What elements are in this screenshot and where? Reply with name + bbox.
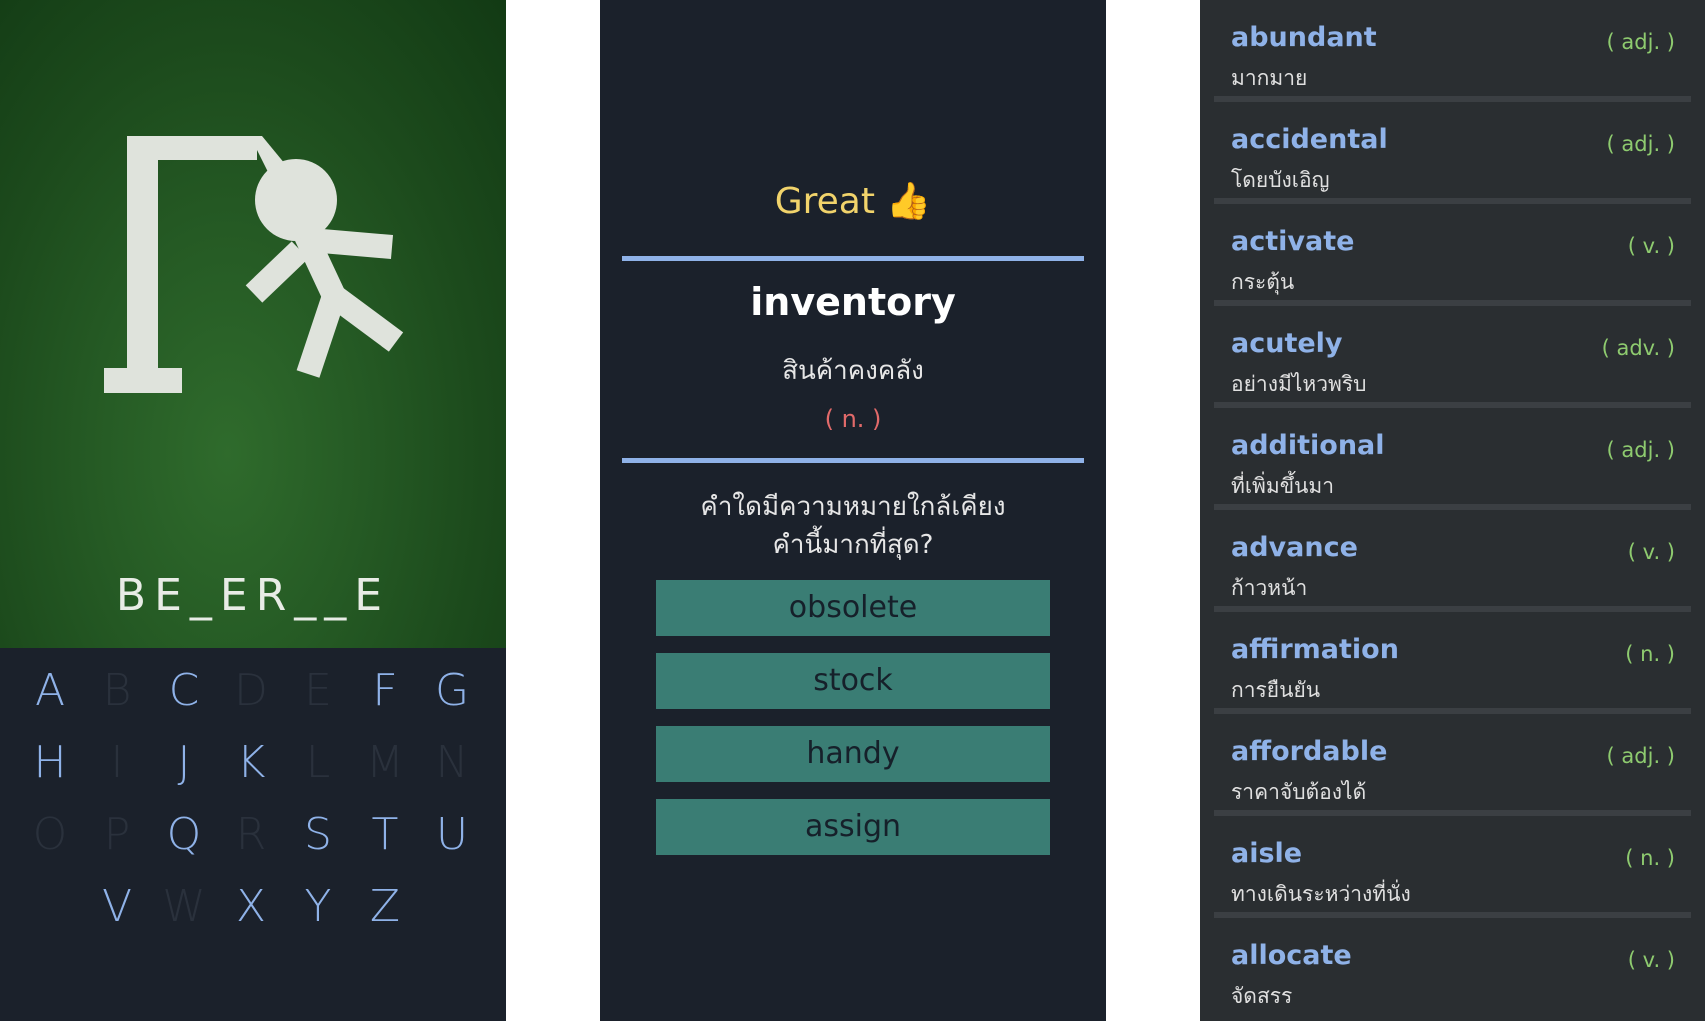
hanged-arm-left bbox=[245, 241, 309, 303]
entry-part-of-speech: ( v. ) bbox=[1627, 234, 1675, 258]
list-item[interactable]: affirmation การยืนยัน ( n. ) bbox=[1200, 612, 1705, 714]
entry-word: allocate bbox=[1231, 940, 1352, 971]
feedback-text: Great 👍 bbox=[774, 181, 932, 222]
divider-bottom bbox=[622, 458, 1084, 463]
letter-key-y[interactable]: Y bbox=[288, 876, 348, 938]
entry-part-of-speech: ( n. ) bbox=[1625, 642, 1675, 666]
entry-part-of-speech: ( n. ) bbox=[1625, 846, 1675, 870]
letter-key-x[interactable]: X bbox=[221, 876, 281, 938]
list-item[interactable]: abundant มากมาย ( adj. ) bbox=[1200, 0, 1705, 102]
entry-part-of-speech: ( adj. ) bbox=[1606, 744, 1675, 768]
entry-word: abundant bbox=[1231, 22, 1377, 53]
letter-key-s[interactable]: S bbox=[288, 804, 348, 866]
list-item[interactable]: allocate จัดสรร ( v. ) bbox=[1200, 918, 1705, 1020]
quiz-question-line2: คำนี้มากที่สุด? bbox=[772, 530, 934, 560]
choice-button-2[interactable]: stock bbox=[656, 653, 1050, 709]
gallows-pole bbox=[127, 136, 158, 376]
list-item[interactable]: accidental โดยบังเอิญ ( adj. ) bbox=[1200, 102, 1705, 204]
quiz-question: คำใดมีความหมายใกล้เคียง คำนี้มากที่สุด? bbox=[600, 488, 1106, 564]
entry-meaning: ที่เพิ่มขึ้นมา bbox=[1231, 474, 1335, 498]
letter-key-g[interactable]: G bbox=[422, 660, 482, 722]
letter-key-i: I bbox=[110, 737, 124, 788]
choice-button-1[interactable]: obsolete bbox=[656, 580, 1050, 636]
quiz-part-of-speech: ( n. ) bbox=[824, 405, 882, 433]
letter-key-d: D bbox=[234, 665, 268, 716]
letter-key-t[interactable]: T bbox=[355, 804, 415, 866]
choice-button-3[interactable]: handy bbox=[656, 726, 1050, 782]
entry-meaning: การยืนยัน bbox=[1231, 678, 1321, 702]
entry-word: additional bbox=[1231, 430, 1385, 461]
letter-key-l: L bbox=[305, 737, 331, 788]
list-item[interactable]: affordable ราคาจับต้องได้ ( adj. ) bbox=[1200, 714, 1705, 816]
list-item[interactable]: additional ที่เพิ่มขึ้นมา ( adj. ) bbox=[1200, 408, 1705, 510]
entry-part-of-speech: ( v. ) bbox=[1627, 540, 1675, 564]
letter-key-f[interactable]: F bbox=[355, 660, 415, 722]
letter-key-z[interactable]: Z bbox=[355, 876, 415, 938]
hidden-word: BE_ER__E bbox=[115, 570, 391, 621]
entry-meaning: ราคาจับต้องได้ bbox=[1231, 780, 1367, 804]
entry-word: aisle bbox=[1231, 838, 1303, 869]
entry-part-of-speech: ( adj. ) bbox=[1606, 132, 1675, 156]
list-item[interactable]: advance ก้าวหน้า ( v. ) bbox=[1200, 510, 1705, 612]
entry-meaning: กระตุ้น bbox=[1231, 270, 1295, 294]
entry-word: acutely bbox=[1231, 328, 1343, 359]
letter-key-o: O bbox=[32, 809, 68, 860]
letter-key-w: W bbox=[162, 881, 206, 932]
letter-key-h[interactable]: H bbox=[20, 732, 80, 794]
gallows-beam bbox=[127, 136, 257, 160]
entry-word: affirmation bbox=[1231, 634, 1399, 665]
letter-key-m: M bbox=[366, 737, 404, 788]
entry-meaning: ก้าวหน้า bbox=[1231, 576, 1308, 600]
quiz-translation: สินค้าคงคลัง bbox=[782, 356, 924, 386]
vocabulary-list: abundant มากมาย ( adj. ) accidental โดยบ… bbox=[1200, 0, 1705, 1021]
entry-part-of-speech: ( v. ) bbox=[1627, 948, 1675, 972]
entry-part-of-speech: ( adj. ) bbox=[1606, 30, 1675, 54]
letter-key-k[interactable]: K bbox=[221, 732, 281, 794]
entry-part-of-speech: ( adj. ) bbox=[1606, 438, 1675, 462]
letter-key-j[interactable]: J bbox=[154, 732, 214, 794]
hanged-leg-right bbox=[326, 286, 404, 352]
divider-top bbox=[622, 256, 1084, 261]
entry-word: advance bbox=[1231, 532, 1358, 563]
chalkboard: BE_ER__E bbox=[0, 0, 506, 648]
hanged-head bbox=[255, 159, 337, 241]
entry-word: accidental bbox=[1231, 124, 1388, 155]
entry-meaning: จัดสรร bbox=[1231, 984, 1293, 1008]
letter-key-u[interactable]: U bbox=[422, 804, 482, 866]
entry-part-of-speech: ( adv. ) bbox=[1601, 336, 1675, 360]
list-item[interactable]: aisle ทางเดินระหว่างที่นั่ง ( n. ) bbox=[1200, 816, 1705, 918]
quiz-question-line1: คำใดมีความหมายใกล้เคียง bbox=[700, 492, 1006, 522]
letter-key-b: B bbox=[102, 665, 132, 716]
letter-key-q[interactable]: Q bbox=[154, 804, 214, 866]
hangman-screen: BE_ER__E ABCDEFG HIJKLMN OPQRSTU VWXYZ bbox=[0, 0, 506, 1021]
entry-meaning: มากมาย bbox=[1231, 66, 1308, 90]
entry-meaning: โดยบังเอิญ bbox=[1231, 168, 1330, 192]
entry-meaning: อย่างมีไหวพริบ bbox=[1231, 372, 1367, 396]
letter-keyboard: ABCDEFG HIJKLMN OPQRSTU VWXYZ bbox=[0, 652, 506, 1021]
letter-key-p: P bbox=[103, 809, 131, 860]
letter-key-c[interactable]: C bbox=[154, 660, 214, 722]
entry-meaning: ทางเดินระหว่างที่นั่ง bbox=[1231, 882, 1411, 906]
letter-key-v[interactable]: V bbox=[87, 876, 147, 938]
choice-button-4[interactable]: assign bbox=[656, 799, 1050, 855]
list-item[interactable]: acutely อย่างมีไหวพริบ ( adv. ) bbox=[1200, 306, 1705, 408]
list-item[interactable]: activate กระตุ้น ( v. ) bbox=[1200, 204, 1705, 306]
letter-key-e: E bbox=[304, 665, 332, 716]
entry-word: affordable bbox=[1231, 736, 1388, 767]
hangman-drawing bbox=[104, 136, 404, 393]
letter-key-n: N bbox=[435, 737, 469, 788]
quiz-screen: Great 👍 inventory สินค้าคงคลัง ( n. ) คำ… bbox=[600, 0, 1106, 1021]
letter-key-a[interactable]: A bbox=[20, 660, 80, 722]
quiz-word: inventory bbox=[750, 280, 956, 324]
hanged-arm-right bbox=[308, 228, 394, 259]
entry-word: activate bbox=[1231, 226, 1355, 257]
letter-key-r: R bbox=[235, 809, 267, 860]
